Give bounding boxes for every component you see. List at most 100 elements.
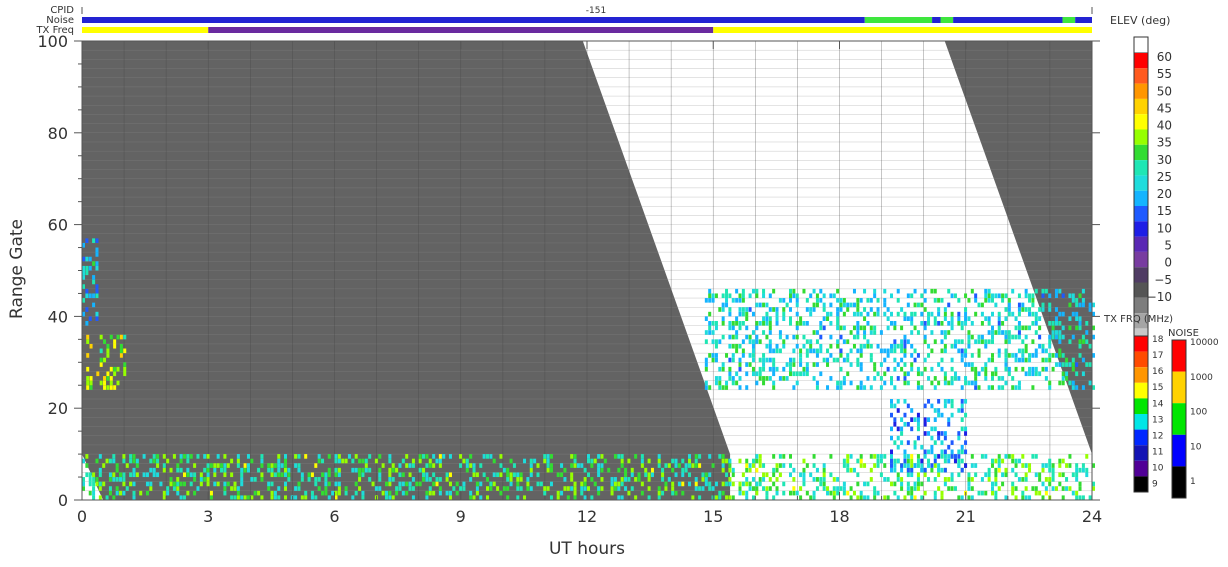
scatter-cell (802, 472, 806, 478)
scatter-cell (1078, 316, 1082, 321)
scatter-cell (273, 463, 277, 468)
scatter-cell (122, 481, 126, 487)
x-tick-label: 3 (203, 507, 213, 526)
scatter-cell (438, 463, 442, 468)
scatter-cell (1065, 371, 1069, 377)
scatter-cell (1054, 362, 1058, 367)
scatter-cell (903, 454, 907, 459)
scatter-cell (933, 458, 937, 464)
freq-colorbar-label: 17 (1152, 351, 1163, 361)
scatter-cell (758, 376, 762, 381)
scatter-cell (789, 362, 792, 367)
scatter-cell (728, 477, 732, 482)
scatter-cell (893, 490, 897, 496)
scatter-cell (583, 486, 587, 491)
scatter-cell (957, 458, 961, 464)
scatter-cell (213, 463, 217, 468)
scatter-cell (220, 467, 224, 473)
scatter-cell (900, 477, 904, 482)
scatter-cell (953, 371, 957, 377)
scatter-cell (1021, 357, 1025, 363)
scatter-cell (856, 325, 860, 331)
scatter-cell (876, 463, 880, 468)
scatter-cell (782, 366, 786, 372)
txfreq-segment (713, 27, 1092, 33)
scatter-cell (974, 463, 978, 468)
scatter-cell (782, 454, 786, 459)
scatter-cell (388, 454, 392, 459)
scatter-cell (836, 307, 840, 312)
scatter-cell (1078, 302, 1082, 308)
scatter-cell (1078, 467, 1082, 473)
scatter-cell (869, 477, 873, 482)
scatter-cell (179, 467, 183, 473)
scatter-cell (1061, 362, 1065, 367)
scatter-cell (112, 458, 116, 464)
scatter-cell (452, 486, 456, 491)
scatter-cell (829, 334, 833, 340)
scatter-cell (294, 486, 298, 491)
scatter-cell (1014, 325, 1018, 331)
scatter-cell (422, 467, 426, 473)
scatter-cell (799, 316, 803, 321)
scatter-cell (334, 454, 338, 459)
scatter-cell (681, 458, 685, 464)
scatter-cell (805, 307, 809, 312)
scatter-cell (815, 348, 819, 354)
scatter-cell (964, 380, 968, 386)
scatter-cell (1017, 325, 1021, 331)
scatter-cell (883, 348, 887, 354)
scatter-cell (725, 472, 729, 478)
scatter-cell (991, 339, 994, 344)
scatter-cell (792, 334, 796, 340)
scatter-cell (1068, 325, 1072, 331)
scatter-cell (890, 399, 893, 404)
scatter-cell (943, 343, 947, 349)
noise-colorbar-swatch (1172, 403, 1186, 435)
scatter-cell (822, 307, 826, 312)
scatter-cell (432, 454, 436, 459)
scatter-cell (856, 320, 860, 326)
scatter-cell (358, 458, 362, 464)
scatter-cell (964, 348, 968, 354)
scatter-cell (937, 463, 941, 468)
scatter-cell (425, 463, 429, 468)
scatter-cell (879, 330, 883, 335)
scatter-cell (297, 486, 301, 491)
scatter-cell (637, 472, 641, 478)
elev-colorbar-label: 15 (1157, 204, 1172, 218)
scatter-cell (916, 435, 920, 441)
scatter-cell (923, 366, 927, 372)
scatter-cell (923, 417, 927, 422)
scatter-cell (324, 490, 328, 496)
scatter-cell (85, 265, 89, 271)
scatter-cell (1017, 458, 1021, 464)
scatter-cell (852, 288, 856, 294)
scatter-cell (980, 454, 984, 459)
scatter-cell (694, 458, 698, 464)
scatter-cell (997, 467, 1001, 473)
scatter-cell (913, 444, 917, 450)
noise-segment (932, 17, 941, 23)
scatter-cell (1054, 320, 1058, 326)
scatter-cell (314, 481, 318, 487)
scatter-cell (186, 454, 190, 459)
scatter-cell (230, 458, 234, 464)
scatter-cell (994, 458, 998, 464)
scatter-cell (1014, 353, 1018, 358)
scatter-cell (893, 463, 897, 468)
scatter-cell (307, 472, 311, 478)
scatter-cell (795, 302, 799, 308)
scatter-cell (765, 376, 769, 381)
scatter-cell (873, 454, 877, 459)
scatter-cell (923, 334, 927, 340)
scatter-cell (176, 481, 180, 487)
scatter-cell (597, 490, 601, 496)
scatter-cell (1051, 366, 1055, 372)
scatter-cell (1088, 362, 1092, 367)
scatter-cell (836, 316, 840, 321)
scatter-cell (957, 311, 961, 317)
scatter-cell (866, 298, 870, 303)
scatter-cell (947, 444, 951, 450)
scatter-cell (829, 472, 833, 478)
